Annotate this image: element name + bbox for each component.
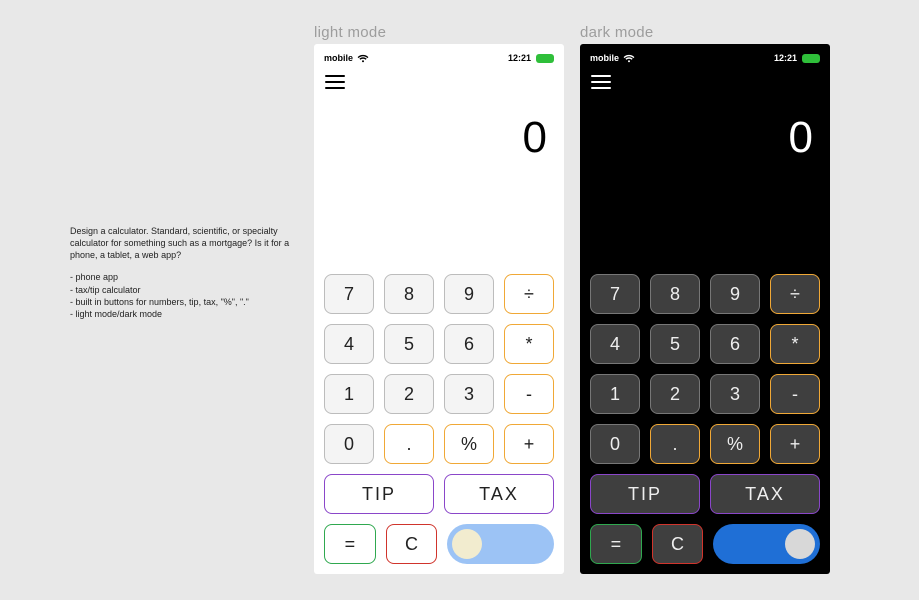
key-clear[interactable]: C [386, 524, 438, 564]
hamburger-icon [591, 75, 611, 89]
key-percent[interactable]: % [444, 424, 494, 464]
carrier-label: mobile [590, 53, 619, 63]
key-subtract[interactable]: - [770, 374, 820, 414]
wifi-icon [623, 53, 635, 63]
light-mode-label: light mode [314, 24, 386, 41]
key-tax[interactable]: TAX [444, 474, 554, 514]
key-divide[interactable]: ÷ [770, 274, 820, 314]
brief-bullet: light mode/dark mode [70, 308, 300, 320]
design-brief: Design a calculator. Standard, scientifi… [70, 225, 300, 320]
key-4[interactable]: 4 [590, 324, 640, 364]
keypad: 7 8 9 ÷ 4 5 6 * 1 2 3 - 0 . % + TIP TAX … [324, 274, 554, 564]
key-dot[interactable]: . [650, 424, 700, 464]
key-2[interactable]: 2 [650, 374, 700, 414]
key-6[interactable]: 6 [444, 324, 494, 364]
brief-bullet: built in buttons for numbers, tip, tax, … [70, 296, 300, 308]
key-9[interactable]: 9 [444, 274, 494, 314]
key-7[interactable]: 7 [590, 274, 640, 314]
key-clear[interactable]: C [652, 524, 704, 564]
key-subtract[interactable]: - [504, 374, 554, 414]
calc-display: 0 [590, 89, 820, 181]
theme-toggle[interactable] [447, 524, 554, 564]
wifi-icon [357, 53, 369, 63]
theme-toggle[interactable] [713, 524, 820, 564]
key-5[interactable]: 5 [650, 324, 700, 364]
key-1[interactable]: 1 [324, 374, 374, 414]
key-0[interactable]: 0 [590, 424, 640, 464]
hamburger-icon [325, 75, 345, 89]
key-8[interactable]: 8 [650, 274, 700, 314]
key-5[interactable]: 5 [384, 324, 434, 364]
brief-bullet: phone app [70, 271, 300, 283]
key-multiply[interactable]: * [504, 324, 554, 364]
brief-prompt: Design a calculator. Standard, scientifi… [70, 225, 300, 261]
key-multiply[interactable]: * [770, 324, 820, 364]
menu-button[interactable] [590, 75, 820, 89]
key-add[interactable]: + [770, 424, 820, 464]
key-tip[interactable]: TIP [324, 474, 434, 514]
carrier-label: mobile [324, 53, 353, 63]
key-1[interactable]: 1 [590, 374, 640, 414]
brief-bullets: phone app tax/tip calculator built in bu… [70, 271, 300, 320]
key-3[interactable]: 3 [444, 374, 494, 414]
battery-icon [802, 54, 820, 63]
statusbar: mobile 12:21 [324, 51, 554, 65]
toggle-knob-icon [785, 529, 815, 559]
key-add[interactable]: + [504, 424, 554, 464]
key-divide[interactable]: ÷ [504, 274, 554, 314]
key-7[interactable]: 7 [324, 274, 374, 314]
key-equals[interactable]: = [324, 524, 376, 564]
key-2[interactable]: 2 [384, 374, 434, 414]
keypad: 7 8 9 ÷ 4 5 6 * 1 2 3 - 0 . % + TIP TAX … [590, 274, 820, 564]
clock-label: 12:21 [774, 53, 797, 63]
battery-icon [536, 54, 554, 63]
key-tip[interactable]: TIP [590, 474, 700, 514]
phone-light: mobile 12:21 0 7 8 9 ÷ 4 5 6 * 1 2 [314, 44, 564, 574]
toggle-knob-icon [452, 529, 482, 559]
dark-mode-label: dark mode [580, 24, 654, 41]
key-4[interactable]: 4 [324, 324, 374, 364]
key-tax[interactable]: TAX [710, 474, 820, 514]
key-8[interactable]: 8 [384, 274, 434, 314]
key-equals[interactable]: = [590, 524, 642, 564]
key-9[interactable]: 9 [710, 274, 760, 314]
key-dot[interactable]: . [384, 424, 434, 464]
calc-display: 0 [324, 89, 554, 181]
menu-button[interactable] [324, 75, 554, 89]
brief-bullet: tax/tip calculator [70, 284, 300, 296]
statusbar: mobile 12:21 [590, 51, 820, 65]
key-0[interactable]: 0 [324, 424, 374, 464]
clock-label: 12:21 [508, 53, 531, 63]
key-percent[interactable]: % [710, 424, 760, 464]
phone-dark: mobile 12:21 0 7 8 9 ÷ 4 5 6 * 1 2 [580, 44, 830, 574]
key-6[interactable]: 6 [710, 324, 760, 364]
key-3[interactable]: 3 [710, 374, 760, 414]
